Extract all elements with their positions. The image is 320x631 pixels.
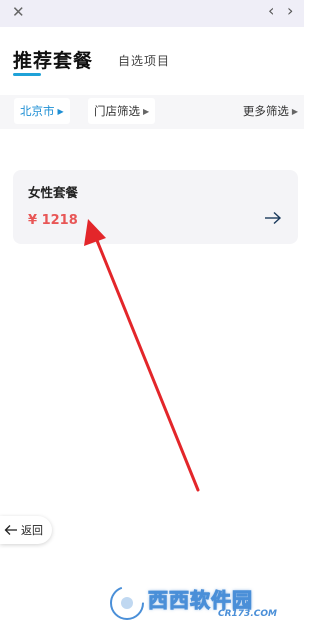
triangle-right-icon: ▶ <box>291 106 298 116</box>
top-bar: ✕ ‹ › <box>0 0 304 27</box>
arrow-right-icon[interactable] <box>264 211 282 225</box>
back-label: 返回 <box>21 524 43 537</box>
watermark-domain: CR173.COM <box>218 609 277 619</box>
city-filter-label: 北京市 <box>20 104 55 118</box>
close-icon[interactable]: ✕ <box>12 2 25 22</box>
more-filters-label: 更多筛选 <box>242 104 289 118</box>
tab-custom-items[interactable]: 自选项目 <box>118 52 170 69</box>
package-name: 女性套餐 <box>28 185 79 200</box>
site-logo-icon <box>108 584 146 622</box>
arrow-left-icon <box>4 525 17 535</box>
store-filter[interactable]: 门店筛选 ▶ <box>88 98 156 124</box>
forward-chevron-icon[interactable]: › <box>287 1 293 21</box>
tab-recommended-packages[interactable]: 推荐套餐 <box>13 46 93 73</box>
package-price: ¥ 1218 <box>28 213 78 228</box>
back-chevron-icon[interactable]: ‹ <box>268 1 274 21</box>
triangle-right-icon: ▶ <box>143 106 150 116</box>
watermark: 西西软件园 CR173.COM <box>108 582 298 624</box>
more-filters[interactable]: 更多筛选 ▶ <box>237 98 304 124</box>
back-button[interactable]: 返回 <box>0 516 52 544</box>
filter-bar: 北京市 ▶ 门店筛选 ▶ 更多筛选 ▶ <box>0 95 304 129</box>
store-filter-label: 门店筛选 <box>94 104 140 118</box>
city-filter[interactable]: 北京市 ▶ <box>14 98 70 124</box>
active-tab-indicator <box>13 73 41 76</box>
triangle-right-icon: ▶ <box>57 106 64 116</box>
package-card[interactable]: 女性套餐 ¥ 1218 <box>13 170 298 244</box>
